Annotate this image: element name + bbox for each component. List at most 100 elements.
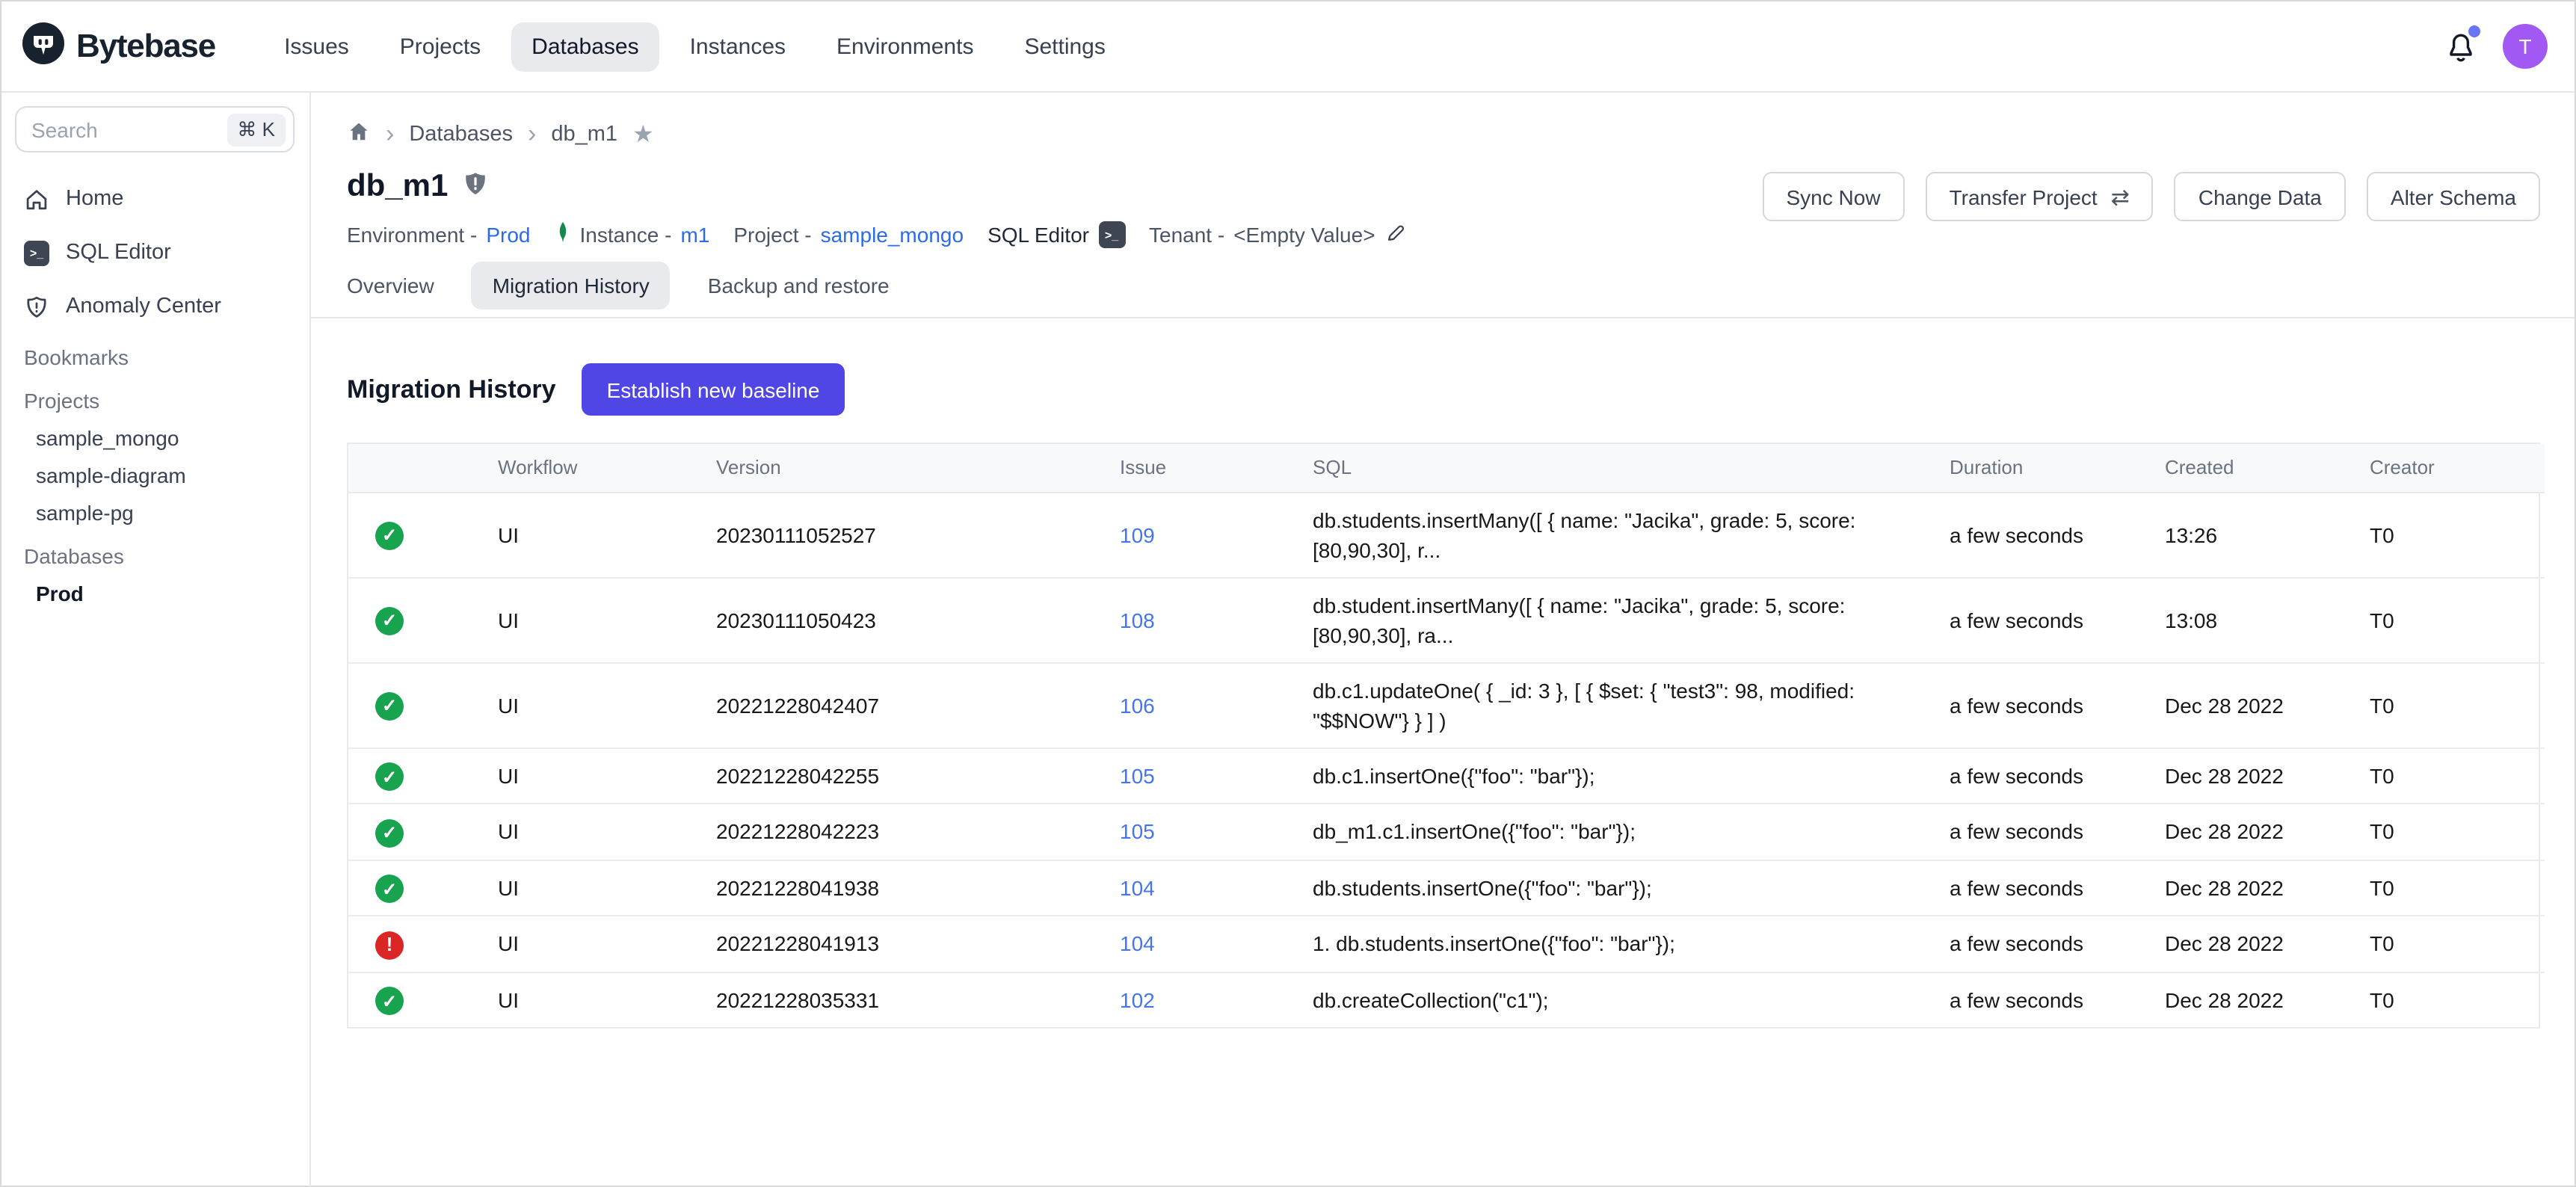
migration-row[interactable]: UI 20230111052527 109 db.students.insert… — [348, 492, 2545, 577]
issue-link[interactable]: 105 — [1120, 820, 1155, 844]
avatar[interactable]: T — [2503, 24, 2548, 69]
duration-cell: a few seconds — [1929, 804, 2144, 860]
nav-item[interactable]: Issues — [263, 22, 370, 71]
created-cell: 13:26 — [2144, 492, 2349, 577]
nav-item[interactable]: Settings — [1003, 22, 1126, 71]
version-cell: 20221228042255 — [695, 747, 1099, 804]
logo-text: Bytebase — [76, 27, 215, 66]
issue-link[interactable]: 109 — [1120, 522, 1155, 546]
sql-cell: db.c1.insertOne({"foo": "bar"}); — [1292, 747, 1929, 804]
issue-link[interactable]: 105 — [1120, 764, 1155, 788]
breadcrumb-databases-link[interactable]: Databases — [409, 123, 513, 147]
breadcrumb-home-icon[interactable] — [347, 120, 371, 149]
notifications-bell-icon[interactable] — [2443, 28, 2479, 64]
issue-link[interactable]: 104 — [1120, 876, 1155, 900]
nav-item[interactable]: Projects — [379, 22, 502, 71]
sql-editor-label: SQL Editor — [987, 223, 1089, 247]
sidebar: ⌘ K Home >_ SQL Editor — [1, 93, 311, 1187]
migration-row[interactable]: UI 20221228042407 106 db.c1.updateOne( {… — [348, 662, 2545, 747]
sidebar-project-link[interactable]: sample-diagram — [24, 463, 295, 487]
establish-baseline-button[interactable]: Establish new baseline — [582, 363, 845, 416]
project-label: Project - — [733, 223, 811, 247]
sql-cell: db.createCollection("c1"); — [1292, 972, 1929, 1027]
sql-cell: db.students.insertOne({"foo": "bar"}); — [1292, 860, 1929, 916]
transfer-project-button[interactable]: Transfer Project ⇄ — [1926, 172, 2154, 221]
tab[interactable]: Backup and restore — [708, 262, 890, 309]
issue-link[interactable]: 106 — [1120, 693, 1155, 717]
migration-history-heading: Migration History — [347, 374, 556, 404]
meta-environment: Environment - Prod — [347, 223, 530, 247]
sidebar-project-link[interactable]: sample-pg — [24, 501, 295, 525]
migration-row[interactable]: UI 20230111050423 108 db.student.insertM… — [348, 577, 2545, 662]
workflow-cell: UI — [477, 492, 695, 577]
duration-cell: a few seconds — [1929, 916, 2144, 972]
search-box: ⌘ K — [15, 106, 295, 152]
created-cell: Dec 28 2022 — [2144, 804, 2349, 860]
transfer-project-label: Transfer Project — [1950, 185, 2098, 209]
breadcrumb-separator: › — [386, 120, 394, 149]
search-input[interactable] — [31, 117, 227, 141]
duration-cell: a few seconds — [1929, 577, 2144, 662]
migration-row[interactable]: UI 20221228035331 102 db.createCollectio… — [348, 972, 2545, 1027]
migration-row[interactable]: UI 20221228042223 105 db_m1.c1.insertOne… — [348, 804, 2545, 860]
version-cell: 20221228042407 — [695, 662, 1099, 747]
workflow-cell: UI — [477, 916, 695, 972]
sidebar-item-home[interactable]: Home — [24, 179, 295, 218]
alter-schema-button[interactable]: Alter Schema — [2367, 172, 2540, 221]
workflow-cell: UI — [477, 860, 695, 916]
duration-cell: a few seconds — [1929, 860, 2144, 916]
issue-link[interactable]: 108 — [1120, 608, 1155, 632]
workflow-cell: UI — [477, 972, 695, 1027]
status-icon — [375, 607, 404, 635]
edit-pencil-icon[interactable] — [1384, 221, 1407, 248]
migration-row[interactable]: UI 20221228042255 105 db.c1.insertOne({"… — [348, 747, 2545, 804]
sql-cell: db_m1.c1.insertOne({"foo": "bar"}); — [1292, 804, 1929, 860]
change-data-button[interactable]: Change Data — [2175, 172, 2346, 221]
nav-item[interactable]: Environments — [816, 22, 994, 71]
instance-label: Instance - — [579, 223, 671, 247]
nav-right: T — [2443, 24, 2548, 69]
issue-link[interactable]: 102 — [1120, 988, 1155, 1012]
tab[interactable]: Migration History — [472, 262, 671, 309]
duration-cell: a few seconds — [1929, 747, 2144, 804]
environment-link[interactable]: Prod — [486, 223, 530, 247]
sync-now-button[interactable]: Sync Now — [1763, 172, 1905, 221]
bookmark-star-icon[interactable]: ★ — [632, 120, 654, 149]
page-title: db_m1 — [347, 169, 448, 205]
migration-row[interactable]: UI 20221228041938 104 db.students.insert… — [348, 860, 2545, 916]
sidebar-item-label: Anomaly Center — [66, 295, 221, 318]
sql-cell: 1. db.students.insertOne({"foo": "bar"})… — [1292, 916, 1929, 972]
sidebar-item-label: Home — [66, 187, 123, 211]
migration-row[interactable]: UI 20221228041913 104 1. db.students.ins… — [348, 916, 2545, 972]
table-header-row: Workflow Version Issue SQL Duration Crea… — [348, 444, 2545, 492]
column-header: Duration — [1929, 444, 2144, 492]
sidebar-database-link[interactable]: Prod — [24, 582, 295, 605]
meta-project: Project - sample_mongo — [733, 223, 964, 247]
workflow-cell: UI — [477, 577, 695, 662]
tab[interactable]: Overview — [347, 262, 434, 309]
transfer-arrows-icon: ⇄ — [2111, 183, 2130, 210]
breadcrumb-separator: › — [528, 120, 536, 149]
nav-item[interactable]: Instances — [669, 22, 807, 71]
sql-cell: db.c1.updateOne( { _id: 3 }, [ { $set: {… — [1292, 662, 1929, 747]
status-icon — [375, 762, 404, 791]
breadcrumb: › Databases › db_m1 ★ — [347, 93, 2540, 155]
main-nav: Issues Projects Databases Instances Envi… — [263, 22, 1127, 71]
nav-item[interactable]: Databases — [511, 22, 659, 71]
instance-link[interactable]: m1 — [680, 223, 709, 247]
workflow-cell: UI — [477, 804, 695, 860]
issue-link[interactable]: 104 — [1120, 932, 1155, 956]
sidebar-project-link[interactable]: sample_mongo — [24, 426, 295, 450]
creator-cell: T0 — [2349, 577, 2545, 662]
environment-label: Environment - — [347, 223, 477, 247]
page-header-left: db_m1 Environment - Prod — [347, 169, 1407, 250]
project-link[interactable]: sample_mongo — [821, 223, 964, 247]
meta-instance: Instance - m1 — [554, 220, 709, 250]
status-icon — [375, 931, 404, 959]
sidebar-item-sql-editor[interactable]: >_ SQL Editor — [24, 233, 295, 272]
sidebar-project-list: sample_mongo sample-diagram sample-pg — [24, 426, 295, 525]
sidebar-item-anomaly-center[interactable]: Anomaly Center — [24, 287, 295, 326]
bytebase-logo[interactable]: Bytebase — [22, 22, 215, 71]
sql-editor-icon[interactable]: >_ — [1098, 221, 1125, 248]
version-cell: 20221228042223 — [695, 804, 1099, 860]
